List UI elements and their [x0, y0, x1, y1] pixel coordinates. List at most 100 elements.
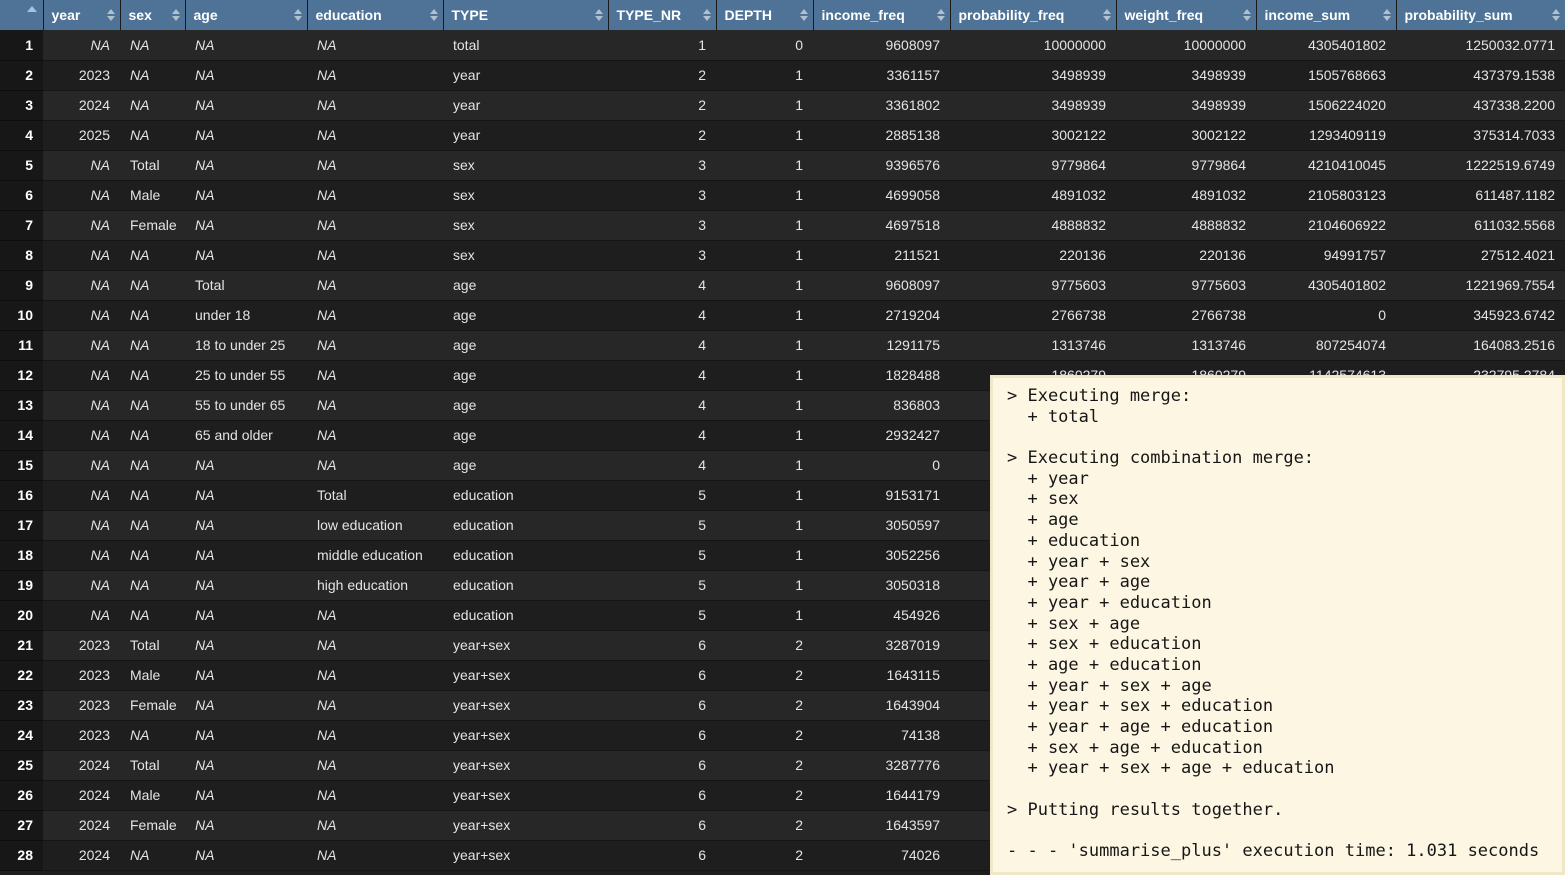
table-row[interactable]: 42025NANANAyear2128851383002122300212212…	[0, 120, 1565, 150]
console-line: + year + age	[1007, 572, 1556, 593]
cell-income_freq: 3361157	[813, 60, 950, 90]
column-header-probability_freq[interactable]: probability_freq	[950, 0, 1116, 30]
cell-probability_sum: 611487.1182	[1396, 180, 1565, 210]
cell-weight_freq: 3498939	[1116, 60, 1256, 90]
column-label: age	[194, 7, 218, 23]
cell-income_sum: 807254074	[1256, 330, 1396, 360]
row-number: 5	[0, 150, 43, 180]
cell-age: NA	[185, 450, 307, 480]
sort-arrows-icon	[1243, 9, 1251, 21]
row-number: 12	[0, 360, 43, 390]
table-row[interactable]: 11NANA18 to under 25NAage411291175131374…	[0, 330, 1565, 360]
column-header-probability_sum[interactable]: probability_sum	[1396, 0, 1565, 30]
sort-down-icon	[107, 16, 115, 21]
cell-year: NA	[43, 450, 120, 480]
cell-TYPE_NR: 4	[608, 450, 716, 480]
cell-income_freq: 2885138	[813, 120, 950, 150]
column-header-income_freq[interactable]: income_freq	[813, 0, 950, 30]
cell-education: NA	[307, 840, 443, 870]
cell-probability_sum: 437379.1538	[1396, 60, 1565, 90]
console-line: + year + sex + age + education	[1007, 758, 1556, 779]
column-header-year[interactable]: year	[43, 0, 120, 30]
sort-up-icon	[107, 9, 115, 14]
cell-age: Total	[185, 270, 307, 300]
cell-DEPTH: 2	[716, 780, 813, 810]
cell-age: NA	[185, 750, 307, 780]
table-row[interactable]: 6NAMaleNANAsex31469905848910324891032210…	[0, 180, 1565, 210]
cell-education: NA	[307, 60, 443, 90]
cell-probability_freq: 1313746	[950, 330, 1116, 360]
column-header-education[interactable]: education	[307, 0, 443, 30]
cell-DEPTH: 1	[716, 510, 813, 540]
cell-sex: NA	[120, 720, 185, 750]
cell-probability_freq: 9775603	[950, 270, 1116, 300]
sort-arrows-icon	[1383, 9, 1391, 21]
table-row[interactable]: 1NANANANAtotal10960809710000000100000004…	[0, 30, 1565, 60]
rownum-header[interactable]	[0, 0, 43, 30]
table-row[interactable]: 5NATotalNANAsex3193965769779864977986442…	[0, 150, 1565, 180]
table-row[interactable]: 9NANATotalNAage4196080979775603977560343…	[0, 270, 1565, 300]
column-header-weight_freq[interactable]: weight_freq	[1116, 0, 1256, 30]
cell-TYPE_NR: 3	[608, 180, 716, 210]
cell-sex: Male	[120, 660, 185, 690]
sort-arrows-icon	[1552, 9, 1560, 21]
console-line: + sex	[1007, 489, 1556, 510]
cell-income_freq: 1644179	[813, 780, 950, 810]
cell-TYPE: education	[443, 480, 608, 510]
cell-TYPE_NR: 3	[608, 210, 716, 240]
row-number: 21	[0, 630, 43, 660]
column-header-TYPE[interactable]: TYPE	[443, 0, 608, 30]
cell-probability_freq: 9779864	[950, 150, 1116, 180]
sort-arrows-icon	[937, 9, 945, 21]
cell-TYPE_NR: 5	[608, 570, 716, 600]
cell-education: NA	[307, 300, 443, 330]
cell-probability_sum: 1250032.0771	[1396, 30, 1565, 60]
row-number: 9	[0, 270, 43, 300]
cell-year: 2024	[43, 780, 120, 810]
table-row[interactable]: 22023NANANAyear2133611573498939349893915…	[0, 60, 1565, 90]
cell-age: NA	[185, 540, 307, 570]
cell-sex: NA	[120, 270, 185, 300]
cell-TYPE: age	[443, 330, 608, 360]
column-header-DEPTH[interactable]: DEPTH	[716, 0, 813, 30]
row-number: 7	[0, 210, 43, 240]
cell-income_sum: 4305401802	[1256, 270, 1396, 300]
column-header-sex[interactable]: sex	[120, 0, 185, 30]
cell-age: 55 to under 65	[185, 390, 307, 420]
cell-TYPE: education	[443, 510, 608, 540]
cell-year: 2023	[43, 720, 120, 750]
cell-age: 65 and older	[185, 420, 307, 450]
table-row[interactable]: 10NANAunder 18NAage412719204276673827667…	[0, 300, 1565, 330]
console-panel: > Executing merge: + total> Executing co…	[990, 375, 1565, 875]
sort-down-icon	[1243, 16, 1251, 21]
cell-TYPE: year+sex	[443, 780, 608, 810]
table-row[interactable]: 8NANANANAsex3121152122013622013694991757…	[0, 240, 1565, 270]
row-number: 2	[0, 60, 43, 90]
column-header-age[interactable]: age	[185, 0, 307, 30]
sort-up-icon	[294, 9, 302, 14]
cell-probability_freq: 4888832	[950, 210, 1116, 240]
column-header-TYPE_NR[interactable]: TYPE_NR	[608, 0, 716, 30]
sort-down-icon	[1103, 16, 1111, 21]
cell-TYPE_NR: 5	[608, 480, 716, 510]
cell-probability_sum: 611032.5568	[1396, 210, 1565, 240]
cell-income_sum: 1505768663	[1256, 60, 1396, 90]
cell-sex: Total	[120, 150, 185, 180]
cell-year: 2025	[43, 120, 120, 150]
cell-year: 2024	[43, 840, 120, 870]
console-line: + total	[1007, 407, 1556, 428]
column-header-income_sum[interactable]: income_sum	[1256, 0, 1396, 30]
table-row[interactable]: 7NAFemaleNANAsex314697518488883248888322…	[0, 210, 1565, 240]
row-number: 28	[0, 840, 43, 870]
cell-DEPTH: 1	[716, 120, 813, 150]
console-line: - - - 'summarise_plus' execution time: 1…	[1007, 841, 1556, 862]
table-row[interactable]: 32024NANANAyear2133618023498939349893915…	[0, 90, 1565, 120]
cell-probability_freq: 10000000	[950, 30, 1116, 60]
row-number: 15	[0, 450, 43, 480]
cell-age: NA	[185, 480, 307, 510]
cell-year: NA	[43, 270, 120, 300]
cell-income_freq: 1291175	[813, 330, 950, 360]
cell-income_sum: 1293409119	[1256, 120, 1396, 150]
sort-arrows-icon	[107, 9, 115, 21]
sort-up-icon	[1243, 9, 1251, 14]
